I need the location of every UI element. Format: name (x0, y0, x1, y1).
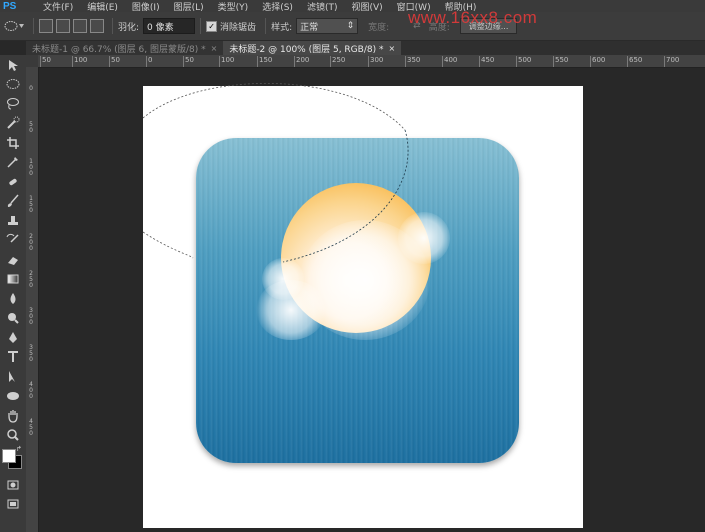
selection-marquee[interactable] (0, 0, 705, 532)
